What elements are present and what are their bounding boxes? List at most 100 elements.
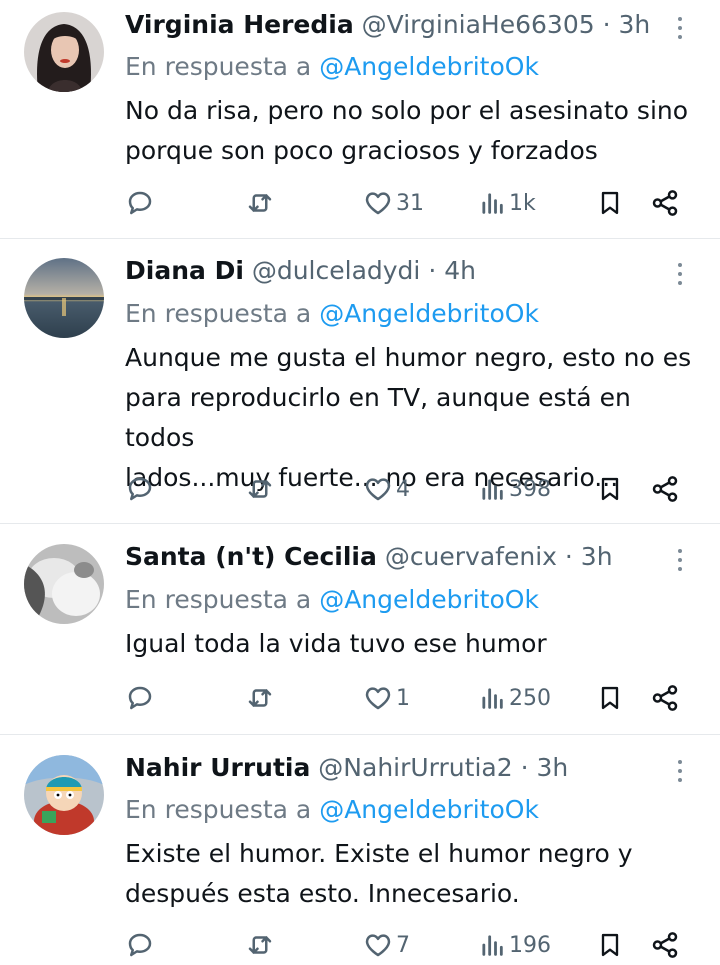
views-icon bbox=[482, 193, 503, 214]
share-button[interactable] bbox=[650, 183, 680, 223]
views-icon bbox=[482, 688, 503, 709]
reply-prefix: En respuesta a bbox=[125, 299, 312, 328]
heart-icon bbox=[365, 687, 391, 710]
like-button[interactable]: 7 bbox=[363, 925, 410, 965]
bookmark-button[interactable] bbox=[596, 925, 624, 965]
avatar-sunset-image bbox=[24, 258, 104, 338]
repost-icon bbox=[248, 689, 272, 707]
more-options-icon[interactable] bbox=[666, 542, 694, 578]
like-count: 4 bbox=[396, 476, 410, 502]
more-options-icon[interactable] bbox=[666, 256, 694, 292]
views-button[interactable]: 250 bbox=[478, 678, 551, 718]
share-button[interactable] bbox=[650, 678, 680, 718]
timestamp[interactable]: · 3h bbox=[521, 753, 569, 782]
timestamp[interactable]: · 3h bbox=[565, 542, 613, 571]
reply-context: En respuesta a @AngeldebritoOk bbox=[125, 299, 539, 329]
view-count: 196 bbox=[509, 932, 551, 958]
reply-icon bbox=[128, 933, 152, 957]
share-icon bbox=[652, 685, 678, 711]
share-icon bbox=[652, 476, 678, 502]
avatar[interactable] bbox=[24, 258, 104, 338]
like-count: 7 bbox=[396, 932, 410, 958]
display-name[interactable]: Nahir Urrutia bbox=[125, 753, 310, 782]
bookmark-icon bbox=[601, 933, 619, 957]
timestamp[interactable]: · 3h bbox=[603, 10, 651, 39]
views-button[interactable]: 1k bbox=[478, 183, 536, 223]
reply-context: En respuesta a @AngeldebritoOk bbox=[125, 585, 539, 615]
tweet-header: Santa (n't) Cecilia @cuervafenix · 3h bbox=[125, 542, 613, 572]
bookmark-icon bbox=[601, 477, 619, 501]
avatar[interactable] bbox=[24, 544, 104, 624]
views-button[interactable]: 196 bbox=[478, 925, 551, 965]
repost-icon bbox=[248, 480, 272, 498]
tweet[interactable]: Diana Di @dulceladydi · 4h En respuesta … bbox=[0, 239, 720, 524]
bookmark-button[interactable] bbox=[596, 183, 624, 223]
share-button[interactable] bbox=[650, 469, 680, 509]
reply-button[interactable] bbox=[125, 678, 155, 718]
reply-button[interactable] bbox=[125, 469, 155, 509]
avatar[interactable] bbox=[24, 12, 104, 92]
reply-button[interactable] bbox=[125, 183, 155, 223]
tweet-header: Diana Di @dulceladydi · 4h bbox=[125, 256, 476, 286]
user-handle[interactable]: @cuervafenix bbox=[385, 542, 557, 571]
reply-icon bbox=[128, 477, 152, 501]
display-name[interactable]: Virginia Heredia bbox=[125, 10, 354, 39]
reply-to-handle[interactable]: @AngeldebritoOk bbox=[319, 795, 539, 824]
like-button[interactable]: 4 bbox=[363, 469, 410, 509]
like-count: 31 bbox=[396, 190, 424, 216]
like-button[interactable]: 1 bbox=[363, 678, 410, 718]
share-icon bbox=[652, 932, 678, 958]
tweet[interactable]: Santa (n't) Cecilia @cuervafenix · 3h En… bbox=[0, 524, 720, 735]
repost-button[interactable] bbox=[244, 678, 276, 718]
view-count: 1k bbox=[509, 190, 536, 216]
reply-prefix: En respuesta a bbox=[125, 795, 312, 824]
reply-icon bbox=[128, 686, 152, 710]
reply-button[interactable] bbox=[125, 925, 155, 965]
reply-icon bbox=[128, 191, 152, 215]
tweet[interactable]: Nahir Urrutia @NahirUrrutia2 · 3h En res… bbox=[0, 735, 720, 962]
reply-to-handle[interactable]: @AngeldebritoOk bbox=[319, 585, 539, 614]
avatar[interactable] bbox=[24, 755, 104, 835]
heart-icon bbox=[365, 934, 391, 957]
view-count: 398 bbox=[509, 476, 551, 502]
repost-button[interactable] bbox=[244, 183, 276, 223]
timestamp[interactable]: · 4h bbox=[428, 256, 476, 285]
view-count: 250 bbox=[509, 685, 551, 711]
avatar-woman-image bbox=[24, 12, 104, 92]
reply-to-handle[interactable]: @AngeldebritoOk bbox=[319, 52, 539, 81]
more-options-icon[interactable] bbox=[666, 753, 694, 789]
share-button[interactable] bbox=[650, 925, 680, 965]
tweet-text: No da risa, pero no solo por el asesinat… bbox=[125, 96, 689, 165]
repost-button[interactable] bbox=[244, 925, 276, 965]
reply-context: En respuesta a @AngeldebritoOk bbox=[125, 795, 539, 825]
repost-button[interactable] bbox=[244, 469, 276, 509]
avatar-photo-image bbox=[24, 544, 104, 624]
user-handle[interactable]: @NahirUrrutia2 bbox=[318, 753, 512, 782]
action-bar: 4 398 bbox=[0, 469, 720, 509]
tweet-text: Existe el humor. Existe el humor negro y… bbox=[125, 839, 633, 908]
like-button[interactable]: 31 bbox=[363, 183, 424, 223]
display-name[interactable]: Santa (n't) Cecilia bbox=[125, 542, 377, 571]
views-button[interactable]: 398 bbox=[478, 469, 551, 509]
views-icon bbox=[482, 935, 503, 956]
bookmark-icon bbox=[601, 191, 619, 215]
reply-to-handle[interactable]: @AngeldebritoOk bbox=[319, 299, 539, 328]
avatar-cartoon-image bbox=[24, 755, 104, 835]
heart-icon bbox=[365, 478, 391, 501]
views-icon bbox=[482, 479, 503, 500]
more-options-icon[interactable] bbox=[666, 10, 694, 46]
action-bar: 31 1k bbox=[0, 183, 720, 223]
tweet[interactable]: Virginia Heredia @VirginiaHe66305 · 3h E… bbox=[0, 0, 720, 239]
heart-icon bbox=[365, 192, 391, 215]
user-handle[interactable]: @VirginiaHe66305 bbox=[362, 10, 595, 39]
tweet-text: Igual toda la vida tuvo ese humor bbox=[125, 629, 547, 658]
bookmark-button[interactable] bbox=[596, 678, 624, 718]
user-handle[interactable]: @dulceladydi bbox=[252, 256, 421, 285]
display-name[interactable]: Diana Di bbox=[125, 256, 244, 285]
like-count: 1 bbox=[396, 685, 410, 711]
tweet-header: Virginia Heredia @VirginiaHe66305 · 3h bbox=[125, 10, 650, 40]
action-bar: 1 250 bbox=[0, 678, 720, 718]
reply-context: En respuesta a @AngeldebritoOk bbox=[125, 52, 539, 82]
bookmark-button[interactable] bbox=[596, 469, 624, 509]
action-bar: 7 196 bbox=[0, 925, 720, 965]
